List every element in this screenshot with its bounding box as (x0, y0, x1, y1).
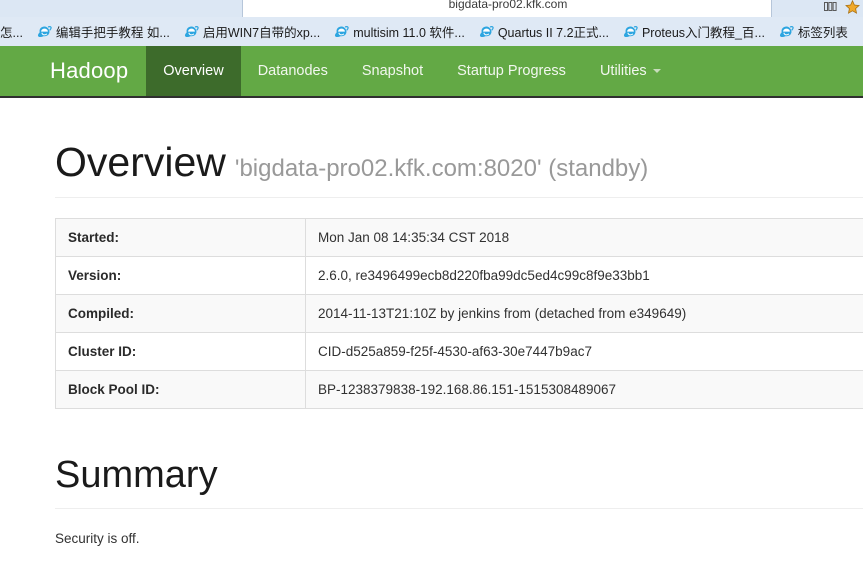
ie-icon (184, 24, 199, 39)
page-title-text: Overview (55, 139, 226, 185)
bookmark-win7-xp[interactable]: 启用WIN7自带的xp... (177, 21, 327, 43)
hadoop-brand-link[interactable]: Hadoop (42, 46, 146, 96)
navbar-items: Hadoop Overview Datanodes Snapshot Startup … (42, 46, 678, 96)
summary-title: Summary (55, 454, 218, 497)
table-row-value: 2014-11-13T21:10Z by jenkins from (detac… (305, 294, 863, 333)
url-bar-strip: bigdata-pro02.kfk.com (0, 0, 863, 17)
nav-link-label: Overview (163, 63, 224, 79)
table-row: Compiled: 2014-11-13T21:10Z by jenkins fr… (55, 294, 863, 333)
bookmark-bianji-shoubashou[interactable]: 编辑手把手教程 如... (30, 21, 177, 43)
bookmark-proteus[interactable]: Proteus入门教程_百... (616, 21, 772, 43)
bookmark-label: 启用WIN7自带的xp... (202, 26, 321, 40)
nav-datanodes[interactable]: Datanodes (241, 46, 345, 96)
nav-link-label: Datanodes (257, 63, 328, 79)
bookmark-label: multisim 11.0 软件... (353, 26, 465, 40)
security-status-text: Security is off. (55, 530, 140, 546)
ie-icon (37, 24, 52, 39)
bookmark-label: 怎... (0, 26, 23, 40)
bookmarks-bar[interactable]: 怎... 编辑手把手教程 如... 启用WIN7自带的xp... multisim 1… (0, 17, 863, 46)
chrome-right-icons (824, 0, 860, 18)
ie-icon (334, 24, 349, 39)
nav-link-label: Snapshot (361, 63, 424, 79)
table-row-value: Mon Jan 08 14:35:34 CST 2018 (305, 218, 863, 257)
address-bar[interactable]: bigdata-pro02.kfk.com (242, 0, 772, 17)
bookmark-label: 标签列表 (797, 26, 848, 40)
bookmark-label: Proteus入门教程_百... (641, 26, 765, 40)
bookmark-biaoqianlie[interactable]: 标签列表 (772, 21, 855, 43)
page-content: Overview 'bigdata-pro02.kfk.com:8020' (st… (0, 98, 863, 568)
ie-icon (623, 24, 638, 39)
bookmark-quartus[interactable]: Quartus II 7.2正式... (472, 21, 616, 43)
browser-chrome: bigdata-pro02.kfk.com 怎... 编辑手把手教程 如... 启用… (0, 0, 863, 46)
table-row-value: 2.6.0, re3496499ecb8d220fba99dc5ed4c99c8… (305, 256, 863, 295)
nav-overview[interactable]: Overview (146, 46, 241, 96)
summary-header: Summary (55, 454, 863, 509)
overview-info-table: Started: Mon Jan 08 14:35:34 CST 2018 Vers… (55, 218, 863, 409)
table-row: Version: 2.6.0, re3496499ecb8d220fba99dc5… (55, 256, 863, 295)
nav-link-label: Utilities (599, 63, 647, 79)
bookmark-label: 编辑手把手教程 如... (55, 26, 170, 40)
overview-table-body: Started: Mon Jan 08 14:35:34 CST 2018 Vers… (55, 218, 863, 409)
hadoop-navbar: Hadoop Overview Datanodes Snapshot Startup … (0, 46, 863, 98)
chevron-down-icon (652, 69, 661, 73)
table-row-label: Version: (55, 256, 306, 295)
table-row: Cluster ID: CID-d525a859-f25f-4530-af63-3… (55, 332, 863, 371)
bookmark-label: Quartus II 7.2正式... (497, 26, 609, 40)
bookmark-multisim[interactable]: multisim 11.0 软件... (327, 21, 472, 43)
page-header: Overview 'bigdata-pro02.kfk.com:8020' (st… (55, 139, 863, 199)
nav-snapshot[interactable]: Snapshot (345, 46, 440, 96)
nav-startup-progress[interactable]: Startup Progress (440, 46, 583, 96)
nav-utilities[interactable]: Utilities (583, 46, 678, 96)
table-row-label: Started: (55, 218, 306, 257)
favorites-star-icon[interactable] (845, 0, 860, 18)
table-row-value: BP-1238379838-192.168.86.151-15153084890… (305, 370, 863, 409)
ie-icon (779, 24, 794, 39)
ie-icon (479, 24, 494, 39)
bookmark-clipped[interactable]: 怎... (0, 21, 30, 43)
address-bar-text: bigdata-pro02.kfk.com (448, 0, 568, 11)
page-title: Overview 'bigdata-pro02.kfk.com:8020' (st… (55, 139, 863, 185)
table-row-label: Compiled: (55, 294, 306, 333)
table-row-label: Cluster ID: (55, 332, 306, 371)
table-row-label: Block Pool ID: (55, 370, 306, 409)
nav-link-label: Startup Progress (457, 63, 566, 79)
page-subtitle: 'bigdata-pro02.kfk.com:8020' (standby) (234, 155, 649, 182)
table-row-value: CID-d525a859-f25f-4530-af63-30e7447b9ac7 (305, 332, 863, 371)
table-row: Block Pool ID: BP-1238379838-192.168.86.1… (55, 370, 863, 409)
reading-view-icon[interactable] (824, 1, 837, 17)
content-container: Overview 'bigdata-pro02.kfk.com:8020' (st… (55, 98, 863, 546)
table-row: Started: Mon Jan 08 14:35:34 CST 2018 (55, 218, 863, 257)
